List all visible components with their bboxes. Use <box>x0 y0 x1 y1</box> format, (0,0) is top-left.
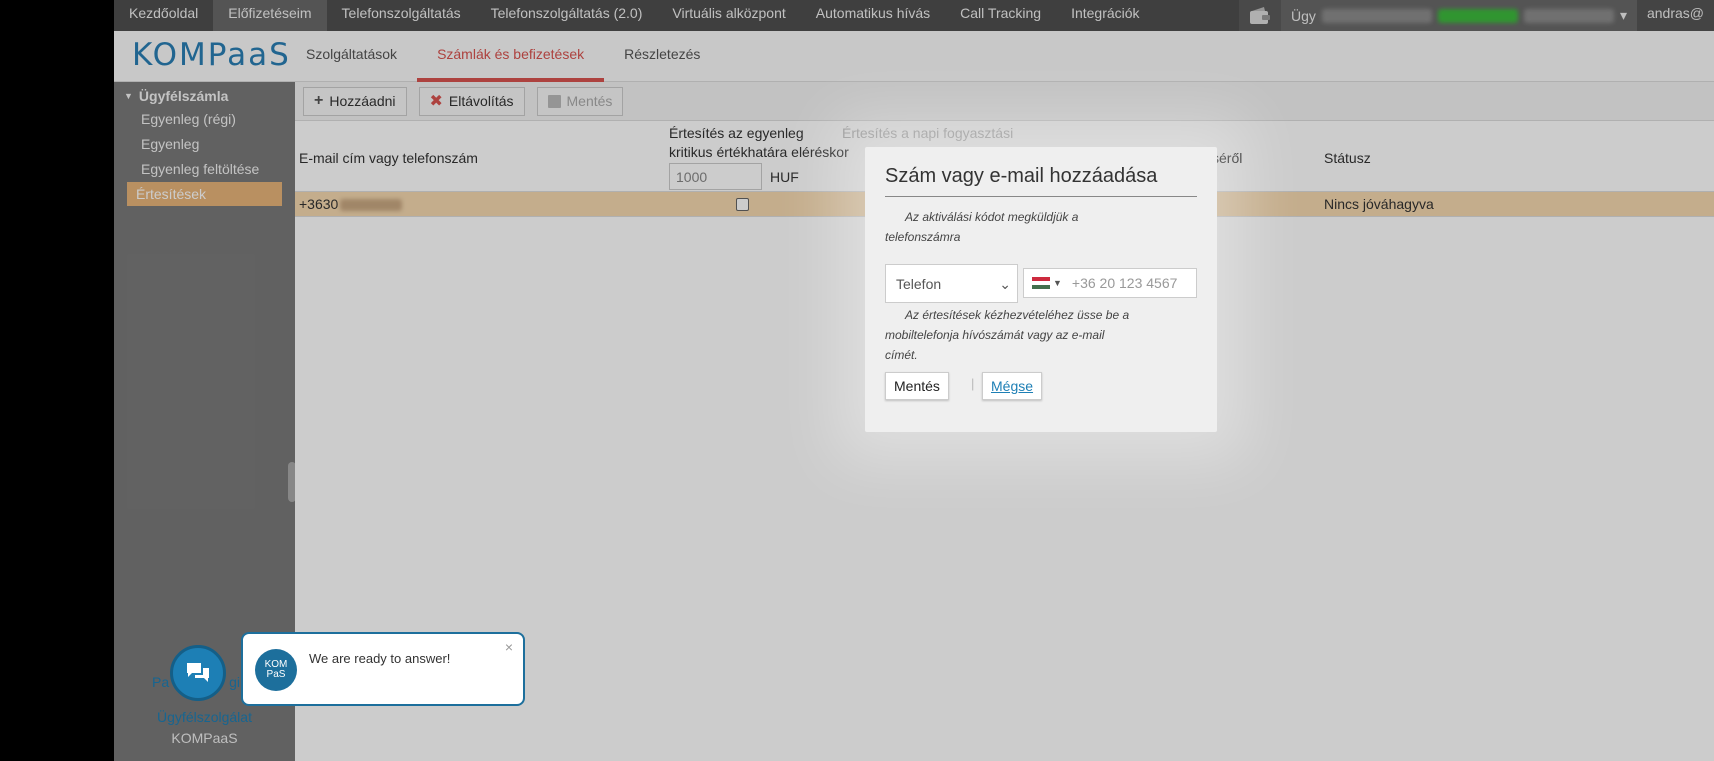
dialog-cancel-button[interactable]: Mégse <box>982 372 1043 400</box>
add-contact-dialog: Szám vagy e-mail hozzáadása Az aktiválás… <box>865 147 1217 432</box>
chat-popup[interactable]: KOM PaS We are ready to answer! × <box>241 632 525 706</box>
caret-down-icon: ▼ <box>1053 278 1062 288</box>
phone-input[interactable]: ▼ +36 20 123 4567 <box>1023 268 1197 298</box>
chat-launcher-button[interactable] <box>170 645 226 701</box>
contact-type-select[interactable]: Telefon ⌄ <box>885 264 1018 303</box>
phone-placeholder: +36 20 123 4567 <box>1071 275 1178 291</box>
activation-note: Az aktiválási kódot megküldjük a telefon… <box>885 210 1079 244</box>
chat-message: We are ready to answer! <box>309 651 451 666</box>
chat-avatar: KOM PaS <box>255 649 297 691</box>
dialog-divider <box>885 196 1197 197</box>
chat-close-button[interactable]: × <box>505 639 513 655</box>
dialog-save-button[interactable]: Mentés <box>885 372 949 400</box>
dialog-title: Szám vagy e-mail hozzáadása <box>885 165 1158 187</box>
instruction-note: Az értesítések kézhezvételéhez üsse be a… <box>885 308 1130 362</box>
hungary-flag-icon[interactable] <box>1032 277 1050 289</box>
chevron-down-icon: ⌄ <box>999 276 1011 292</box>
app-window: Kezdőoldal Előfizetéseim Telefonszolgált… <box>114 0 1714 761</box>
button-separator: | <box>971 376 975 391</box>
chat-icon <box>187 663 209 682</box>
